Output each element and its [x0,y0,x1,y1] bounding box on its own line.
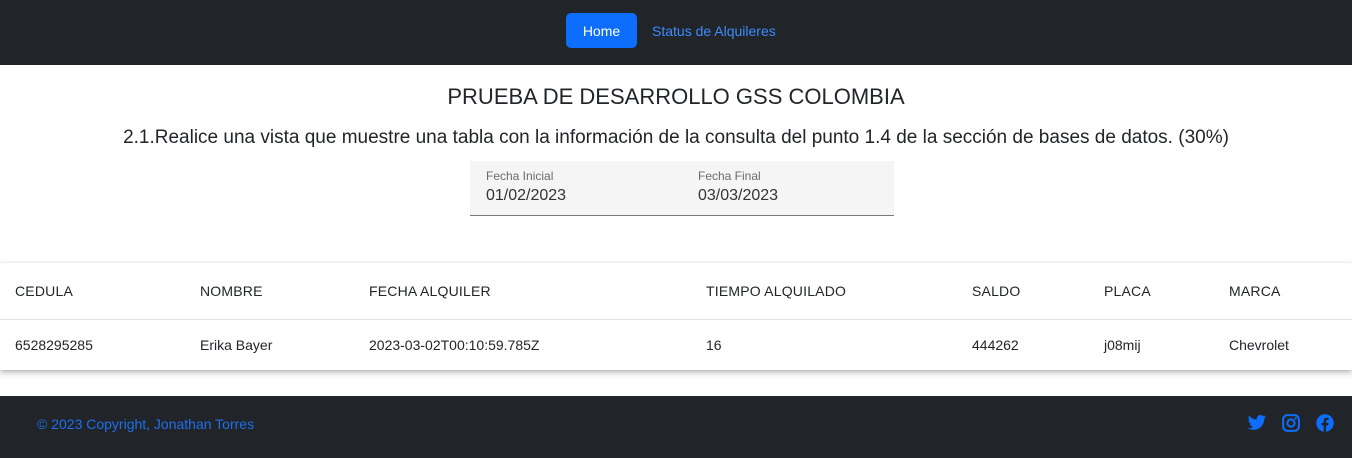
top-navbar: Home Status de Alquileres [0,0,1352,65]
rentals-table: CEDULA NOMBRE FECHA ALQUILER TIEMPO ALQU… [0,263,1352,370]
column-header-saldo: SALDO [972,283,1021,299]
column-header-marca: MARCA [1229,283,1281,299]
column-header-placa: PLACA [1104,283,1151,299]
page-subtitle: 2.1.Realice una vista que muestre una ta… [123,127,1229,148]
column-header-cedula: CEDULA [15,283,73,299]
cell-saldo: 444262 [972,337,1019,353]
start-date-label: Fecha Inicial [486,169,554,183]
column-header-tiempo-alquilado: TIEMPO ALQUILADO [706,283,847,299]
cell-marca: Chevrolet [1229,337,1289,353]
cell-cedula: 6528295285 [15,337,93,353]
page-title: PRUEBA DE DESARROLLO GSS COLOMBIA [447,84,905,109]
twitter-icon[interactable] [1247,413,1267,433]
cell-tiempo-alquilado: 16 [706,337,722,353]
nav-status-link[interactable]: Status de Alquileres [652,13,776,48]
end-date-label: Fecha Final [698,169,761,183]
end-date-value[interactable]: 03/03/2023 [698,187,778,205]
nav-home-button[interactable]: Home [566,13,637,48]
copyright-text: © 2023 Copyright, Jonathan Torres [37,416,255,432]
row-divider [0,319,1352,320]
column-header-nombre: NOMBRE [200,283,263,299]
cell-placa: j08mij [1104,337,1141,353]
start-date-value[interactable]: 01/02/2023 [486,187,566,205]
start-date-field[interactable]: Fecha Inicial 01/02/2023 [470,161,682,216]
cell-nombre: Erika Bayer [200,337,273,353]
end-date-field[interactable]: Fecha Final 03/03/2023 [682,161,894,216]
facebook-icon[interactable] [1315,413,1335,433]
footer: © 2023 Copyright, Jonathan Torres [0,396,1352,458]
instagram-icon[interactable] [1281,413,1301,433]
column-header-fecha-alquiler: FECHA ALQUILER [369,283,491,299]
cell-fecha-alquiler: 2023-03-02T00:10:59.785Z [369,337,540,353]
